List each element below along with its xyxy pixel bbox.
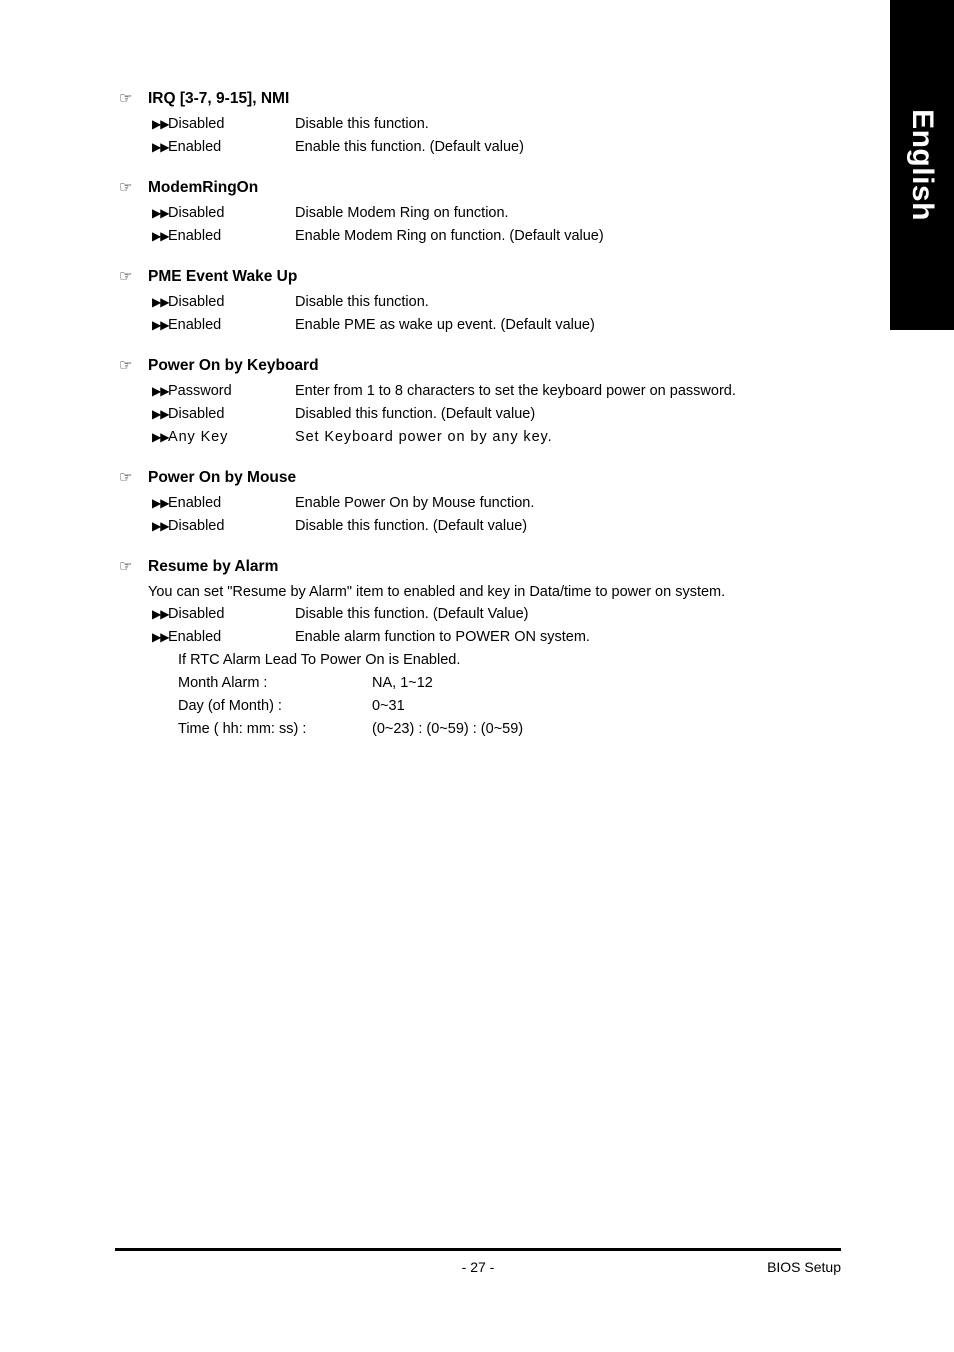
double-arrow-right-icon: ▶▶ <box>152 295 169 309</box>
option-label: Disabled <box>168 518 225 534</box>
option-label: Any Key <box>168 429 229 445</box>
double-arrow-right-icon: ▶▶ <box>152 407 169 421</box>
section-heading: ☞ Resume by Alarm <box>0 556 890 578</box>
hand-pointing-icon: ☞ <box>119 558 133 575</box>
page-number: - 27 - <box>461 1259 495 1275</box>
option-description: Enable alarm function to POWER ON system… <box>295 629 590 645</box>
language-tab-label: English <box>906 109 939 221</box>
hand-pointing-icon: ☞ <box>119 469 133 486</box>
footer-divider <box>115 1248 841 1251</box>
footer-section-label: BIOS Setup <box>767 1259 841 1275</box>
double-arrow-right-icon: ▶▶ <box>152 117 169 131</box>
section-heading-label: Power On by Mouse <box>148 469 297 486</box>
option-row: ▶▶ Disabled Disabled this function. (Defau… <box>0 403 890 426</box>
page-content: ☞ IRQ [3-7, 9-15], NMI ▶▶ Disabled Disable t… <box>0 0 890 759</box>
option-label: Enabled <box>168 139 222 155</box>
hand-pointing-icon: ☞ <box>119 90 133 107</box>
double-arrow-right-icon: ▶▶ <box>152 229 169 243</box>
detail-key: Time ( hh: mm: ss) : <box>178 721 307 737</box>
detail-row: Time ( hh: mm: ss) : (0~23) : (0~59) : (0… <box>0 718 890 741</box>
section-note: You can set "Resume by Alarm" item to en… <box>148 584 726 600</box>
language-tab: English <box>890 0 954 330</box>
double-arrow-right-icon: ▶▶ <box>152 206 169 220</box>
hand-pointing-icon: ☞ <box>119 357 133 374</box>
detail-value: (0~23) : (0~59) : (0~59) <box>372 721 524 737</box>
option-row: ▶▶ Disabled Disable this function. (Defaul… <box>0 603 890 626</box>
detail-value: NA, 1~12 <box>372 675 433 691</box>
option-label: Password <box>168 383 232 399</box>
option-row: ▶▶ Enabled Enable Modem Ring on function. … <box>0 225 890 248</box>
option-description: Enable Modem Ring on function. (Default … <box>295 228 604 244</box>
option-description: Disable this function. (Default value) <box>295 518 528 534</box>
option-row: ▶▶ Disabled Disable this function. <box>0 113 890 136</box>
detail-intro: If RTC Alarm Lead To Power On is Enabled… <box>178 652 461 668</box>
bios-option-section: ☞ Power On by Mouse ▶▶ Enabled Enable Power … <box>0 467 890 538</box>
double-arrow-right-icon: ▶▶ <box>152 430 169 444</box>
section-heading: ☞ Power On by Mouse <box>0 467 890 489</box>
section-heading-label: Power On by Keyboard <box>148 357 319 374</box>
section-heading: ☞ ModemRingOn <box>0 177 890 199</box>
option-row: ▶▶ Enabled Enable PME as wake up event. (D… <box>0 314 890 337</box>
option-label: Enabled <box>168 228 222 244</box>
bios-option-section: ☞ ModemRingOn ▶▶ Disabled Disable Modem Ring… <box>0 177 890 248</box>
option-description: Disable this function. <box>295 116 429 132</box>
hand-pointing-icon: ☞ <box>119 179 133 196</box>
detail-key: Day (of Month) : <box>178 698 282 714</box>
option-row: ▶▶ Disabled Disable this function. <box>0 291 890 314</box>
option-label: Enabled <box>168 495 222 511</box>
option-description: Disable this function. <box>295 294 429 310</box>
bios-option-section: ☞ Resume by Alarm You can set "Resume by A… <box>0 556 890 741</box>
footer-row: - 27 - BIOS Setup <box>115 1254 841 1280</box>
section-heading: ☞ Power On by Keyboard <box>0 355 890 377</box>
option-label: Disabled <box>168 294 225 310</box>
double-arrow-right-icon: ▶▶ <box>152 140 169 154</box>
option-row: ▶▶ Any Key Set Keyboard power on by any ke… <box>0 426 890 449</box>
detail-value: 0~31 <box>372 698 405 714</box>
hand-pointing-icon: ☞ <box>119 268 133 285</box>
double-arrow-right-icon: ▶▶ <box>152 318 169 332</box>
option-description: Enable PME as wake up event. (Default va… <box>295 317 595 333</box>
option-row: ▶▶ Disabled Disable Modem Ring on function… <box>0 202 890 225</box>
option-row: ▶▶ Password Enter from 1 to 8 characters t… <box>0 380 890 403</box>
bios-option-section: ☞ Power On by Keyboard ▶▶ Password Enter fro… <box>0 355 890 449</box>
double-arrow-right-icon: ▶▶ <box>152 630 169 644</box>
option-row: ▶▶ Disabled Disable this function. (Defaul… <box>0 515 890 538</box>
detail-row: Day (of Month) : 0~31 <box>0 695 890 718</box>
section-heading: ☞ PME Event Wake Up <box>0 266 890 288</box>
option-row: ▶▶ Enabled Enable Power On by Mouse functi… <box>0 492 890 515</box>
detail-key: Month Alarm : <box>178 675 268 691</box>
section-heading-label: IRQ [3-7, 9-15], NMI <box>148 90 290 107</box>
option-label: Disabled <box>168 116 225 132</box>
option-row: ▶▶ Enabled Enable this function. (Default … <box>0 136 890 159</box>
option-label: Disabled <box>168 606 225 622</box>
option-description: Enable this function. (Default value) <box>295 139 524 155</box>
option-row: ▶▶ Enabled Enable alarm function to POWER … <box>0 626 890 649</box>
option-description: Set Keyboard power on by any key. <box>295 429 553 445</box>
option-label: Disabled <box>168 406 225 422</box>
double-arrow-right-icon: ▶▶ <box>152 519 169 533</box>
option-description: Enable Power On by Mouse function. <box>295 495 535 511</box>
option-description: Enter from 1 to 8 characters to set the … <box>295 383 736 399</box>
double-arrow-right-icon: ▶▶ <box>152 384 169 398</box>
section-heading-label: ModemRingOn <box>148 179 259 196</box>
section-heading-label: PME Event Wake Up <box>148 268 298 285</box>
page-footer: - 27 - BIOS Setup <box>115 1248 841 1280</box>
option-label: Enabled <box>168 629 222 645</box>
bios-option-section: ☞ IRQ [3-7, 9-15], NMI ▶▶ Disabled Disable t… <box>0 88 890 159</box>
option-label: Enabled <box>168 317 222 333</box>
option-description: Disabled this function. (Default value) <box>295 406 536 422</box>
option-description: Disable this function. (Default Value) <box>295 606 529 622</box>
section-heading-label: Resume by Alarm <box>148 558 279 575</box>
option-description: Disable Modem Ring on function. <box>295 205 509 221</box>
detail-row: Month Alarm : NA, 1~12 <box>0 672 890 695</box>
double-arrow-right-icon: ▶▶ <box>152 496 169 510</box>
bios-option-section: ☞ PME Event Wake Up ▶▶ Disabled Disable this… <box>0 266 890 337</box>
option-label: Disabled <box>168 205 225 221</box>
section-heading: ☞ IRQ [3-7, 9-15], NMI <box>0 88 890 110</box>
double-arrow-right-icon: ▶▶ <box>152 607 169 621</box>
